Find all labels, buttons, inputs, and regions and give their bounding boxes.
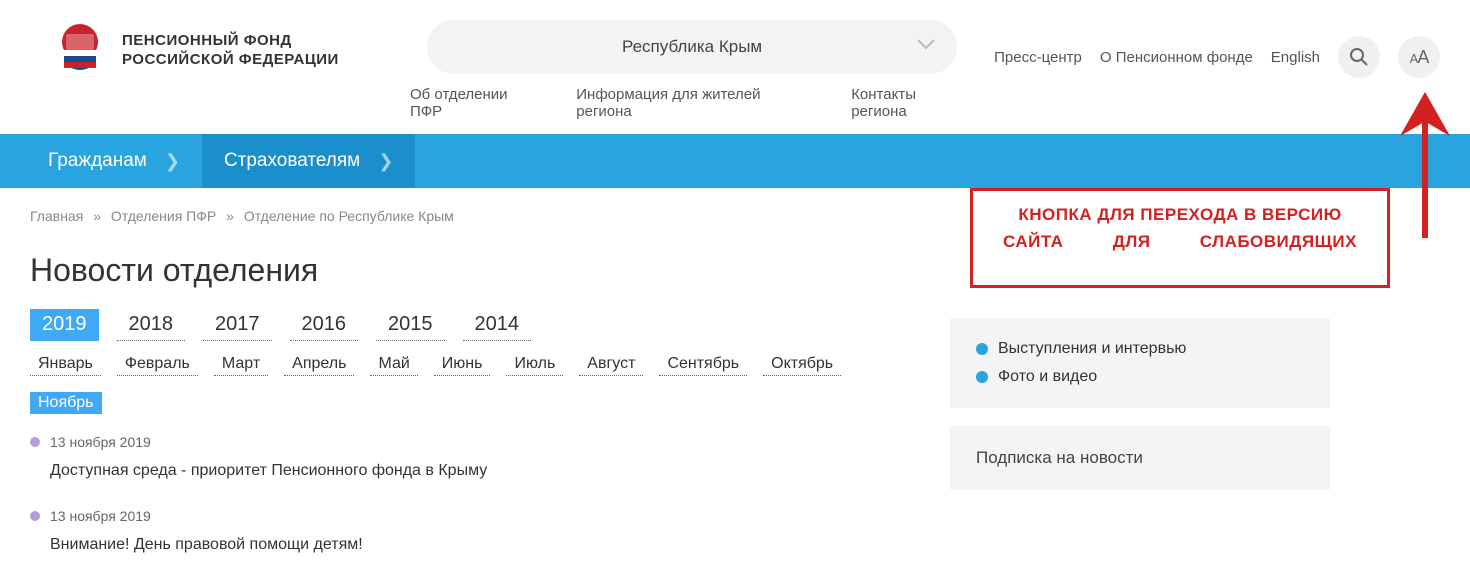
news-title: Внимание! День правовой помощи детям!: [50, 536, 910, 554]
text-size-icon: AA: [1410, 47, 1429, 68]
main-nav: Гражданам ❯ Страхователям ❯: [0, 134, 1470, 188]
chevron-down-icon: [917, 38, 935, 56]
bullet-icon: [976, 343, 988, 355]
chevron-right-icon: ❯: [165, 151, 180, 172]
month-tab-feb[interactable]: Февраль: [117, 353, 198, 376]
toplink-english[interactable]: English: [1271, 49, 1320, 66]
month-tab-aug[interactable]: Август: [579, 353, 643, 376]
logo[interactable]: ПЕНСИОННЫЙ ФОНД РОССИЙСКОЙ ФЕДЕРАЦИИ: [50, 20, 390, 80]
breadcrumb: Главная » Отделения ПФР » Отделение по Р…: [30, 208, 910, 224]
nav-citizens[interactable]: Гражданам ❯: [26, 134, 202, 188]
month-tab-nov[interactable]: Ноябрь: [30, 392, 102, 414]
toplink-press[interactable]: Пресс-центр: [994, 49, 1082, 66]
year-tab-2014[interactable]: 2014: [463, 309, 532, 341]
region-subnav: Об отделении ПФР Информация для жителей …: [410, 86, 974, 134]
month-tabs: Январь Февраль Март Апрель Май Июнь Июль…: [30, 353, 910, 414]
region-selected-label: Республика Крым: [622, 37, 762, 57]
logo-icon: [50, 20, 110, 80]
month-tab-jan[interactable]: Январь: [30, 353, 101, 376]
subscribe-title: Подписка на новости: [976, 448, 1304, 468]
year-tab-2015[interactable]: 2015: [376, 309, 445, 341]
month-tab-may[interactable]: Май: [370, 353, 417, 376]
accessibility-button[interactable]: AA: [1398, 36, 1440, 78]
logo-title-line2: РОССИЙСКОЙ ФЕДЕРАЦИИ: [122, 50, 339, 70]
year-tab-2019[interactable]: 2019: [30, 309, 99, 341]
subnav-contacts[interactable]: Контакты региона: [851, 86, 974, 120]
news-title: Доступная среда - приоритет Пенсионного …: [50, 462, 910, 480]
breadcrumb-branches[interactable]: Отделения ПФР: [111, 208, 216, 224]
subnav-about[interactable]: Об отделении ПФР: [410, 86, 542, 120]
month-tab-apr[interactable]: Апрель: [284, 353, 354, 376]
search-icon: [1349, 47, 1369, 67]
month-tab-jul[interactable]: Июль: [506, 353, 563, 376]
breadcrumb-home[interactable]: Главная: [30, 208, 83, 224]
sidebar-link-media[interactable]: Фото и видео: [976, 368, 1304, 386]
breadcrumb-crimea[interactable]: Отделение по Республике Крым: [244, 208, 454, 224]
region-selector[interactable]: Республика Крым: [427, 20, 957, 74]
year-tab-2017[interactable]: 2017: [203, 309, 272, 341]
sidebar-links-block: Выступления и интервью Фото и видео: [950, 318, 1330, 408]
year-tabs: 2019 2018 2017 2016 2015 2014: [30, 309, 910, 341]
month-tab-jun[interactable]: Июнь: [434, 353, 491, 376]
news-item[interactable]: 13 ноября 2019 Внимание! День правовой п…: [30, 508, 910, 554]
news-item[interactable]: 13 ноября 2019 Доступная среда - приорит…: [30, 434, 910, 480]
logo-title-line1: ПЕНСИОННЫЙ ФОНД: [122, 31, 339, 51]
subnav-info[interactable]: Информация для жителей региона: [576, 86, 817, 120]
page-title: Новости отделения: [30, 252, 910, 289]
month-tab-sep[interactable]: Сентябрь: [659, 353, 747, 376]
search-button[interactable]: [1338, 36, 1380, 78]
toplink-about-fund[interactable]: О Пенсионном фонде: [1100, 49, 1253, 66]
news-date: 13 ноября 2019: [50, 434, 910, 450]
nav-insurers[interactable]: Страхователям ❯: [202, 134, 415, 188]
year-tab-2016[interactable]: 2016: [290, 309, 359, 341]
chevron-right-icon: ❯: [378, 151, 393, 172]
sidebar-link-speeches[interactable]: Выступления и интервью: [976, 340, 1304, 358]
month-tab-oct[interactable]: Октябрь: [763, 353, 841, 376]
month-tab-mar[interactable]: Март: [214, 353, 268, 376]
year-tab-2018[interactable]: 2018: [117, 309, 186, 341]
bullet-icon: [30, 437, 40, 447]
sidebar-subscribe-block[interactable]: Подписка на новости: [950, 426, 1330, 490]
news-date: 13 ноября 2019: [50, 508, 910, 524]
bullet-icon: [976, 371, 988, 383]
bullet-icon: [30, 511, 40, 521]
